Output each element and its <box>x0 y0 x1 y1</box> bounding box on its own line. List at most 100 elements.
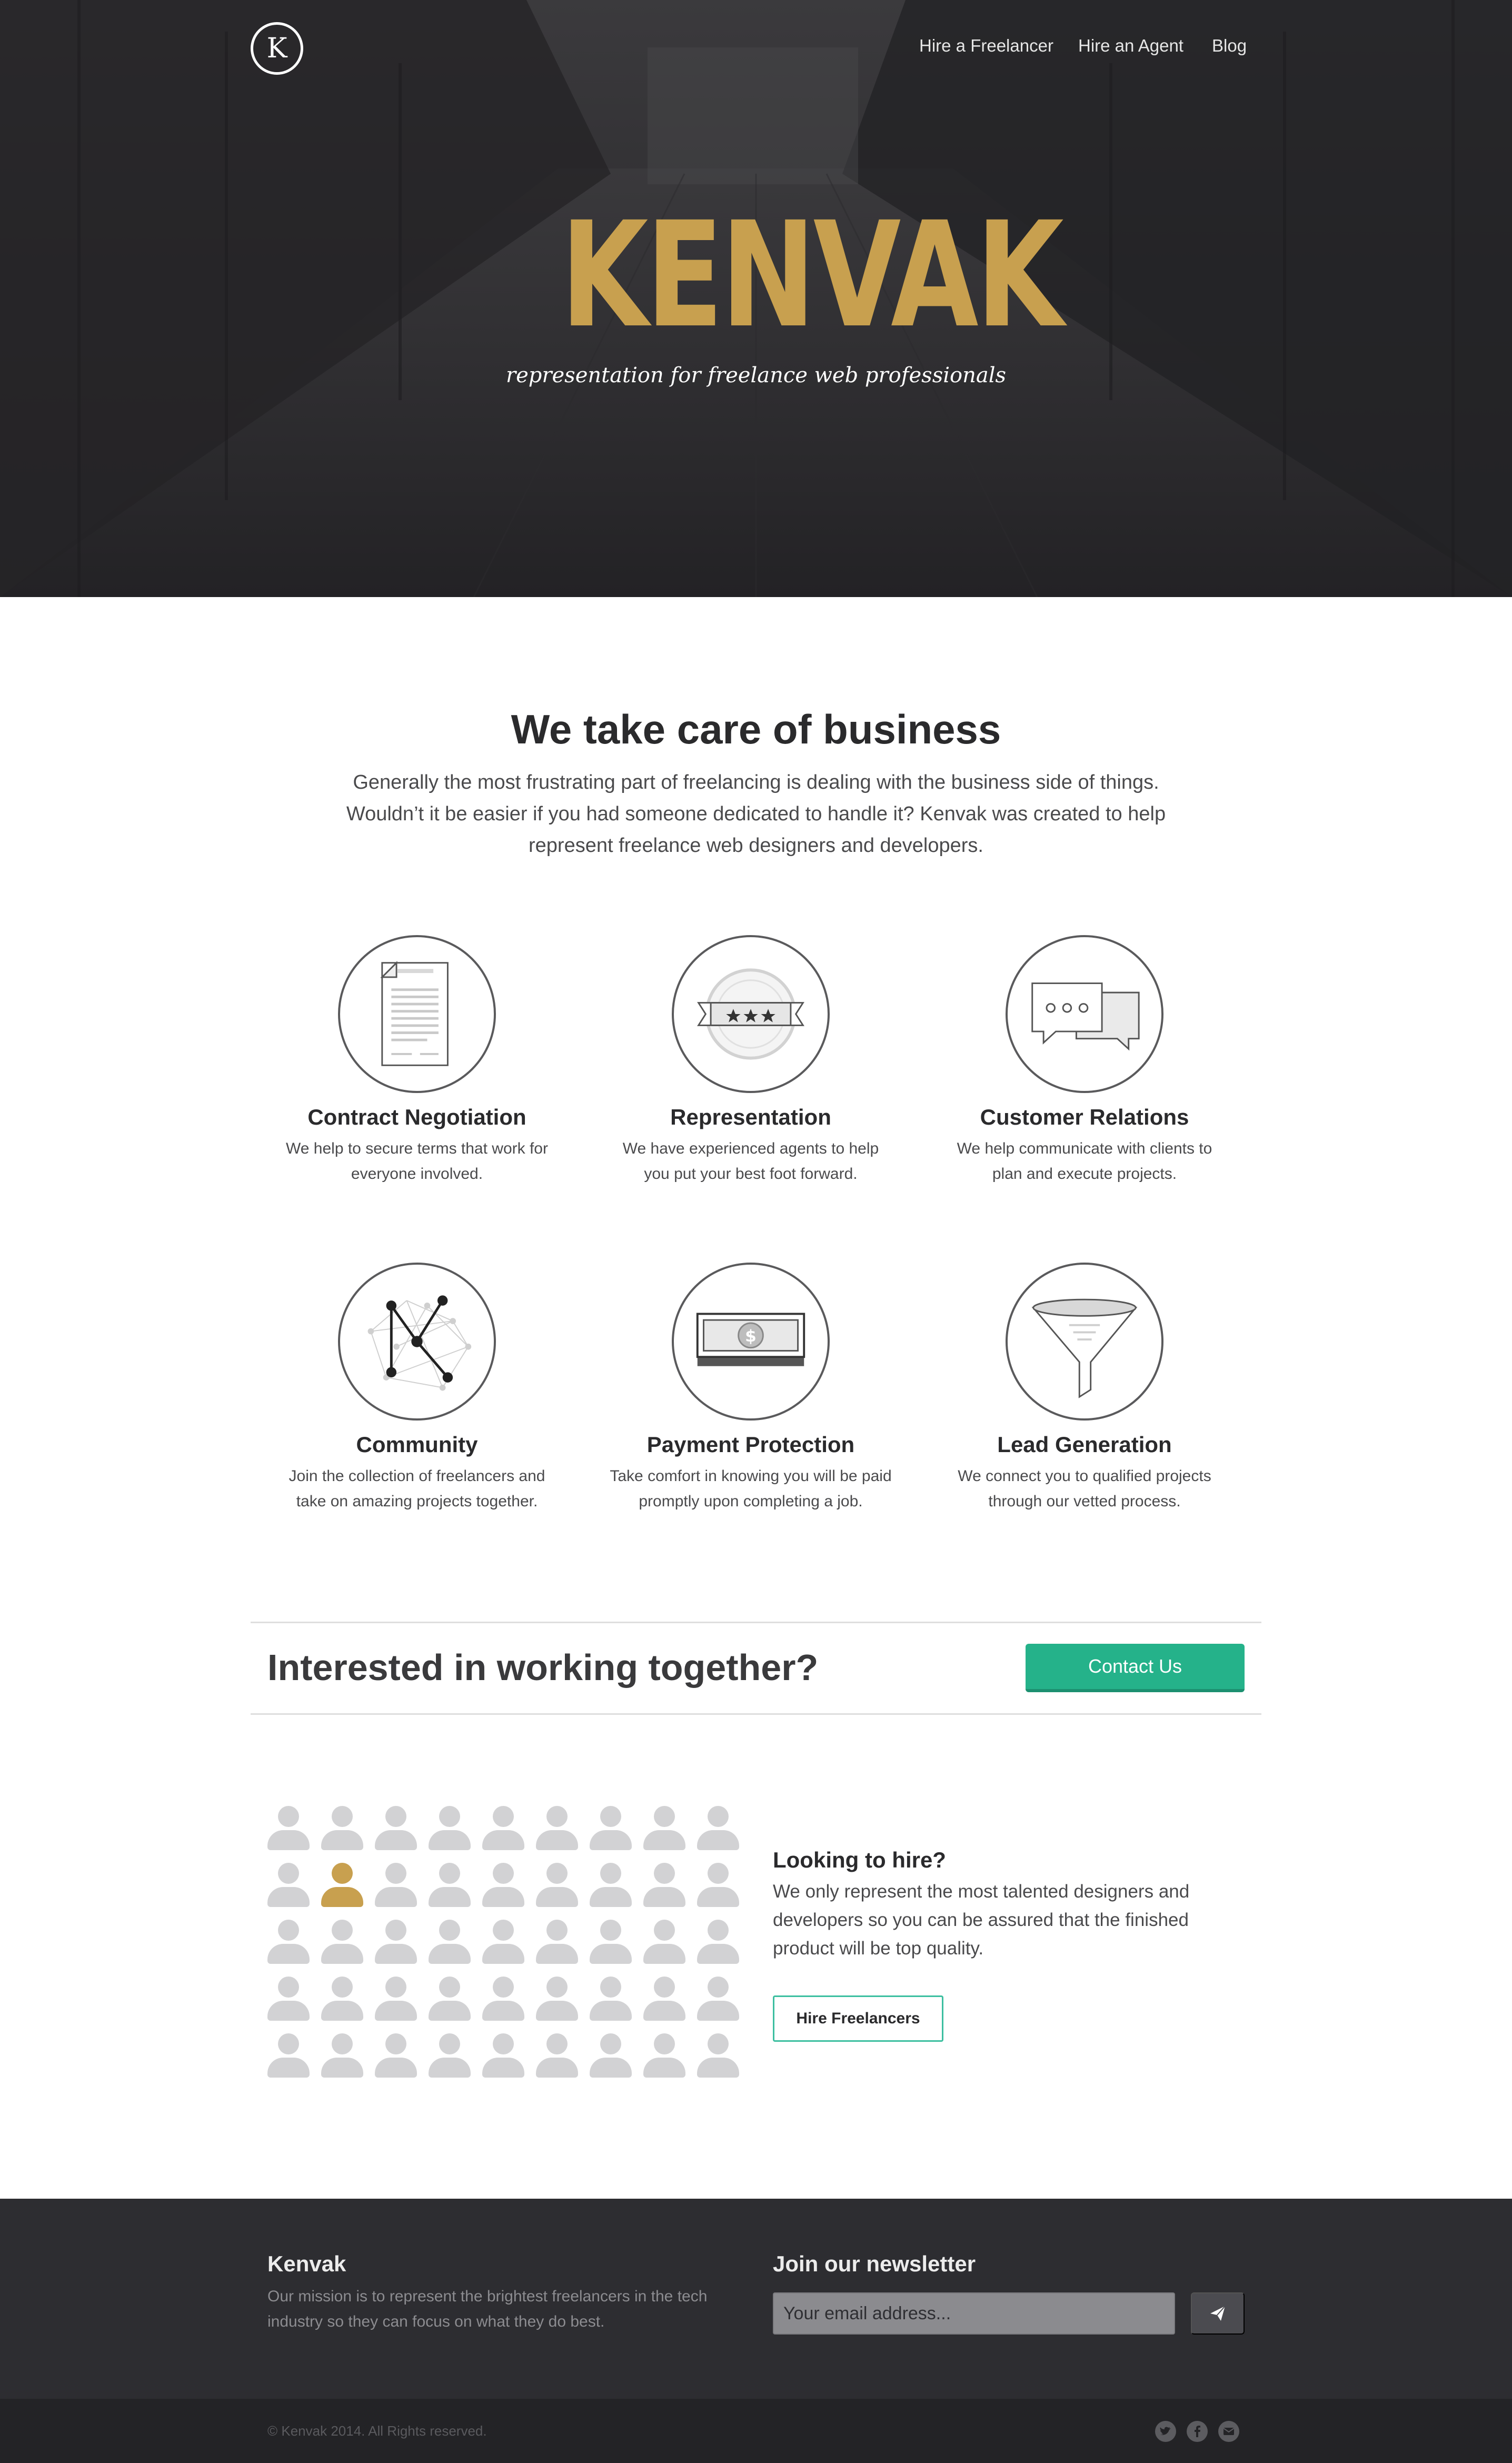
nav-hire-agent[interactable]: Hire an Agent <box>1078 36 1183 62</box>
feature-description: We help to secure terms that work for ev… <box>286 1140 548 1183</box>
person-icon <box>429 1806 471 1850</box>
person-icon <box>375 1920 417 1964</box>
person-icon <box>697 1806 739 1850</box>
person-icon <box>321 1920 363 1964</box>
logo-letter: K <box>266 33 287 64</box>
person-icon <box>482 1863 524 1907</box>
feature-description: We connect you to qualified projects thr… <box>958 1467 1211 1510</box>
hire-description: We only represent the most talented desi… <box>773 1881 1190 1959</box>
person-icon <box>267 1920 310 1964</box>
twitter-icon[interactable] <box>1155 2421 1176 2442</box>
feature-title: Community <box>356 1432 478 1457</box>
footer-brand: Kenvak <box>267 2251 346 2276</box>
chat-bubbles-icon <box>1006 935 1163 1093</box>
divider <box>251 1622 1261 1623</box>
person-icon <box>590 1806 632 1850</box>
person-icon <box>482 1977 524 2021</box>
hero-tagline: representation for freelance web profess… <box>505 363 1007 388</box>
person-icon <box>590 1920 632 1964</box>
person-icon <box>267 1977 310 2021</box>
bottom-bar: © Kenvak 2014. All Rights reserved. <box>0 2399 1512 2463</box>
person-icon <box>375 1977 417 2021</box>
person-icon <box>267 2033 310 2078</box>
feature-payment-protection: $ Payment Protection Take comfort in kno… <box>593 1263 909 1536</box>
hire-title: Looking to hire? <box>773 1848 946 1872</box>
email-icon[interactable] <box>1218 2421 1239 2442</box>
person-icon <box>643 1920 685 1964</box>
person-icon <box>321 1863 363 1907</box>
funnel-icon <box>1006 1263 1163 1421</box>
feature-description: Take comfort in knowing you will be paid… <box>610 1467 892 1510</box>
people-grid <box>267 1806 741 2080</box>
feature-title: Representation <box>670 1105 831 1129</box>
newsletter-email-input[interactable] <box>773 2292 1175 2335</box>
person-icon <box>482 1806 524 1850</box>
feature-customer-relations: Customer Relations We help communicate w… <box>927 935 1242 1209</box>
feature-lead-generation: Lead Generation We connect you to qualif… <box>927 1263 1242 1536</box>
hire-freelancers-button[interactable]: Hire Freelancers <box>773 1995 943 2042</box>
hero-banner: K Hire a Freelancer Hire an Agent Blog K… <box>0 0 1512 597</box>
person-icon <box>267 1806 310 1850</box>
newsletter-submit-button[interactable] <box>1191 2292 1245 2335</box>
feature-title: Customer Relations <box>980 1105 1189 1129</box>
hero-title: KENVAK <box>560 191 1064 360</box>
badge-icon <box>672 935 830 1093</box>
person-icon <box>643 2033 685 2078</box>
money-icon: $ <box>672 1263 830 1421</box>
section-title: We take care of business <box>511 706 1001 752</box>
copyright: © Kenvak 2014. All Rights reserved. <box>267 2423 487 2439</box>
person-icon <box>536 1863 578 1907</box>
contact-us-button[interactable]: Contact Us <box>1026 1644 1245 1692</box>
person-icon <box>643 1863 685 1907</box>
contract-icon <box>338 935 496 1093</box>
nav-blog[interactable]: Blog <box>1212 36 1247 62</box>
person-icon <box>429 2033 471 2078</box>
person-icon <box>482 1920 524 1964</box>
person-icon <box>321 1977 363 2021</box>
feature-title: Lead Generation <box>997 1432 1172 1457</box>
person-icon <box>429 1920 471 1964</box>
facebook-icon[interactable] <box>1187 2421 1208 2442</box>
cta-heading: Interested in working together? <box>267 1647 819 1688</box>
paper-plane-icon <box>1210 2306 1226 2321</box>
person-icon <box>590 1977 632 2021</box>
person-icon <box>536 1977 578 2021</box>
person-icon <box>590 1863 632 1907</box>
section-intro-text: Generally the most frustrating part of f… <box>346 771 1166 857</box>
feature-title: Payment Protection <box>646 1432 855 1457</box>
feature-representation: Representation We have experienced agent… <box>593 935 909 1209</box>
footer: Kenvak Our mission is to represent the b… <box>0 2199 1512 2399</box>
person-icon <box>321 1806 363 1850</box>
divider <box>251 1713 1261 1715</box>
network-icon <box>338 1263 496 1421</box>
feature-description: We help communicate with clients to plan… <box>957 1140 1212 1183</box>
person-icon <box>375 1806 417 1850</box>
person-icon <box>643 1806 685 1850</box>
feature-community: Community Join the collection of freelan… <box>259 1263 575 1536</box>
footer-mission: Our mission is to represent the brightes… <box>267 2288 708 2330</box>
person-icon <box>697 1863 739 1907</box>
feature-description: We have experienced agents to help you p… <box>622 1140 879 1183</box>
person-icon <box>482 2033 524 2078</box>
person-icon <box>429 1863 471 1907</box>
person-icon <box>536 1806 578 1850</box>
person-icon <box>536 1920 578 1964</box>
person-icon <box>429 1977 471 2021</box>
nav-hire-freelancer[interactable]: Hire a Freelancer <box>919 36 1053 62</box>
person-icon <box>590 2033 632 2078</box>
feature-contract-negotiation: Contract Negotiation We help to secure t… <box>259 935 575 1209</box>
person-icon <box>267 1863 310 1907</box>
person-icon <box>375 2033 417 2078</box>
person-icon <box>375 1863 417 1907</box>
feature-title: Contract Negotiation <box>307 1105 526 1129</box>
logo[interactable]: K <box>251 22 303 75</box>
person-icon <box>697 1920 739 1964</box>
person-icon <box>536 2033 578 2078</box>
person-icon <box>697 1977 739 2021</box>
person-icon <box>321 2033 363 2078</box>
person-icon <box>643 1977 685 2021</box>
person-icon <box>697 2033 739 2078</box>
feature-description: Join the collection of freelancers and t… <box>289 1467 545 1510</box>
newsletter-title: Join our newsletter <box>773 2251 976 2276</box>
svg-text:$: $ <box>745 1327 757 1346</box>
